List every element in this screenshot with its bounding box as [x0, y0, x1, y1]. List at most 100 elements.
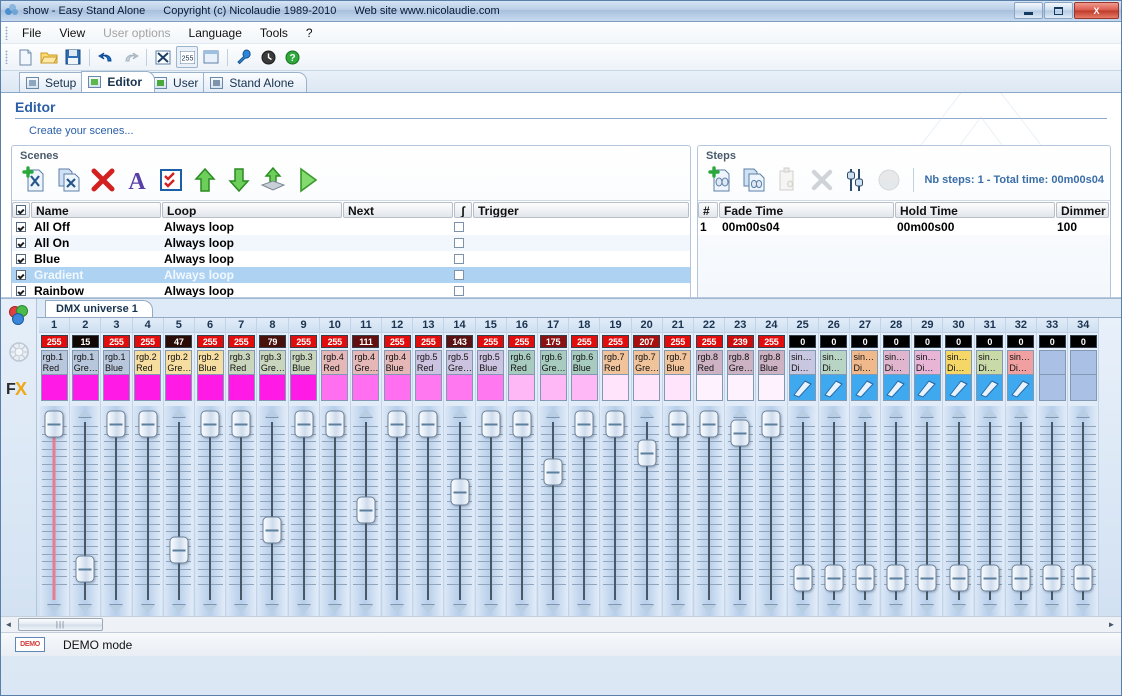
fader-down-arrow-icon[interactable]	[577, 605, 591, 613]
fader-down-arrow-icon[interactable]	[484, 605, 498, 613]
fader-down-arrow-icon[interactable]	[702, 605, 716, 613]
channel-fader[interactable]	[507, 406, 536, 616]
channel-beam-swatch[interactable]	[976, 375, 1003, 401]
scene-enable-checkbox[interactable]	[12, 254, 30, 264]
close-button[interactable]: X	[1074, 2, 1119, 19]
fader-down-arrow-icon[interactable]	[640, 605, 654, 613]
fader-down-arrow-icon[interactable]	[390, 605, 404, 613]
fader-knob[interactable]	[201, 411, 220, 438]
fader-knob[interactable]	[263, 517, 282, 544]
fader-down-arrow-icon[interactable]	[920, 605, 934, 613]
fader-knob[interactable]	[793, 565, 812, 592]
scenes-col-trigger[interactable]: Trigger	[473, 202, 689, 218]
menu-language[interactable]: Language	[180, 23, 251, 43]
channel-color-swatch[interactable]	[1039, 375, 1066, 401]
fader-knob[interactable]	[107, 411, 126, 438]
channel-value[interactable]: 255	[228, 335, 255, 348]
fader-down-arrow-icon[interactable]	[78, 605, 92, 613]
fader-down-arrow-icon[interactable]	[265, 605, 279, 613]
import-scene-button[interactable]	[258, 165, 288, 195]
channel-value[interactable]: 0	[820, 335, 847, 348]
channel-fader[interactable]	[227, 406, 256, 616]
fader-knob[interactable]	[512, 411, 531, 438]
steps-col-dimmer[interactable]: Dimmer	[1056, 202, 1109, 218]
tab-standalone[interactable]: Stand Alone	[203, 72, 307, 92]
channel-beam-swatch[interactable]	[851, 375, 878, 401]
fader-down-arrow-icon[interactable]	[234, 605, 248, 613]
channel-beam-swatch[interactable]	[820, 375, 847, 401]
fader-down-arrow-icon[interactable]	[1014, 605, 1028, 613]
channel-fader[interactable]	[850, 406, 879, 616]
channel-fader[interactable]	[601, 406, 630, 616]
dmx-universe-tab[interactable]: DMX universe 1	[45, 300, 153, 317]
channel-value[interactable]: 175	[540, 335, 567, 348]
channel-fader[interactable]	[133, 406, 162, 616]
channel-value[interactable]: 47	[165, 335, 192, 348]
move-up-button[interactable]	[190, 165, 220, 195]
channel-color-swatch[interactable]	[72, 375, 99, 401]
channel-fader[interactable]	[445, 406, 474, 616]
channel-fader[interactable]	[944, 406, 973, 616]
channel-fader[interactable]	[164, 406, 193, 616]
wrench-icon[interactable]	[233, 46, 255, 68]
fader-knob[interactable]	[294, 411, 313, 438]
channel-color-swatch[interactable]	[727, 375, 754, 401]
scroll-right-button[interactable]: ►	[1104, 618, 1119, 632]
scene-properties-button[interactable]	[156, 165, 186, 195]
table-row[interactable]: All On Always loop	[12, 235, 690, 251]
channel-value[interactable]: 255	[103, 335, 130, 348]
fader-down-arrow-icon[interactable]	[827, 605, 841, 613]
scene-fx-checkbox[interactable]	[450, 254, 468, 264]
fx-icon[interactable]: FX	[6, 375, 32, 401]
step-settings-button[interactable]	[840, 165, 870, 195]
dmx-grid-icon[interactable]	[152, 46, 174, 68]
channel-color-swatch[interactable]	[664, 375, 691, 401]
fader-up-arrow-icon[interactable]	[546, 409, 560, 417]
channel-fader[interactable]	[102, 406, 131, 616]
channel-value[interactable]: 0	[1070, 335, 1097, 348]
channel-fader[interactable]	[383, 406, 412, 616]
scene-fx-checkbox[interactable]	[450, 222, 468, 232]
fader-knob[interactable]	[606, 411, 625, 438]
open-folder-icon[interactable]	[38, 46, 60, 68]
scene-fx-checkbox[interactable]	[450, 238, 468, 248]
channel-color-swatch[interactable]	[477, 375, 504, 401]
channel-beam-swatch[interactable]	[883, 375, 910, 401]
channel-color-swatch[interactable]	[228, 375, 255, 401]
table-row[interactable]: Gradient Always loop	[12, 267, 690, 283]
fader-down-arrow-icon[interactable]	[1076, 605, 1090, 613]
fader-down-arrow-icon[interactable]	[453, 605, 467, 613]
channel-value[interactable]: 255	[477, 335, 504, 348]
undo-icon[interactable]	[95, 46, 117, 68]
channel-fader[interactable]	[819, 406, 848, 616]
table-row[interactable]: Rainbow Always loop	[12, 283, 690, 298]
channel-color-swatch[interactable]	[259, 375, 286, 401]
channel-fader[interactable]	[788, 406, 817, 616]
channel-value[interactable]: 0	[789, 335, 816, 348]
fader-knob[interactable]	[450, 478, 469, 505]
play-scene-button[interactable]	[292, 165, 322, 195]
fader-down-arrow-icon[interactable]	[671, 605, 685, 613]
fader-up-arrow-icon[interactable]	[453, 409, 467, 417]
fader-up-arrow-icon[interactable]	[1076, 409, 1090, 417]
fader-up-arrow-icon[interactable]	[359, 409, 373, 417]
add-scene-button[interactable]	[20, 165, 50, 195]
scenes-col-name[interactable]: Name	[31, 202, 161, 218]
steps-col-index[interactable]: #	[698, 202, 718, 218]
channel-color-swatch[interactable]	[540, 375, 567, 401]
fader-down-arrow-icon[interactable]	[515, 605, 529, 613]
copy-scene-button[interactable]	[54, 165, 84, 195]
fader-knob[interactable]	[1074, 565, 1093, 592]
fader-down-arrow-icon[interactable]	[608, 605, 622, 613]
fader-knob[interactable]	[356, 497, 375, 524]
table-row[interactable]: 1 00m00s04 00m00s00 100	[698, 219, 1110, 235]
channel-value[interactable]: 239	[727, 335, 754, 348]
fader-knob[interactable]	[45, 411, 64, 438]
fader-down-arrow-icon[interactable]	[796, 605, 810, 613]
fader-knob[interactable]	[325, 411, 344, 438]
channel-fader[interactable]	[913, 406, 942, 616]
menu-view[interactable]: View	[50, 23, 94, 43]
fader-down-arrow-icon[interactable]	[359, 605, 373, 613]
channel-color-swatch[interactable]	[633, 375, 660, 401]
channel-fader[interactable]	[1069, 406, 1098, 616]
